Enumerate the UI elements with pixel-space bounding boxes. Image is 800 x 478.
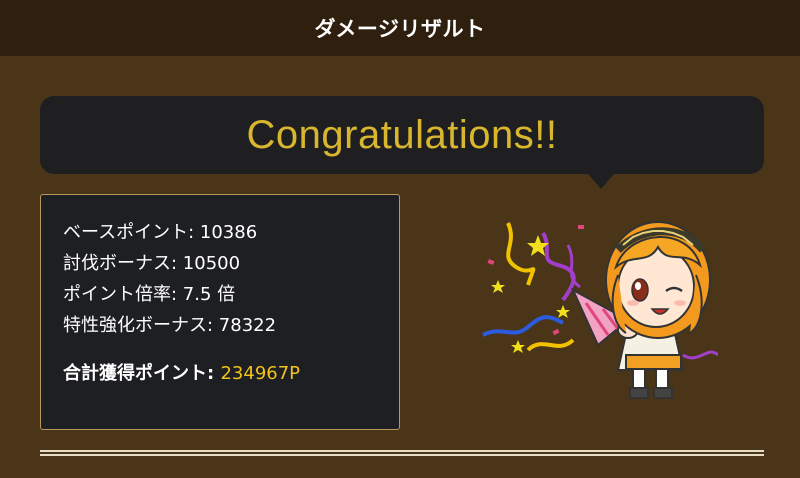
total-points-row: 合計獲得ポイント: 234967P [63, 363, 301, 384]
subjugation-bonus-label: 討伐ボーナス [63, 253, 171, 274]
base-point-value: 10386 [199, 222, 258, 243]
subjugation-bonus-value: 10500 [182, 253, 241, 274]
bottom-divider [40, 450, 764, 456]
point-multiplier-row: ポイント倍率: 7.5 倍 [63, 284, 236, 305]
point-multiplier-label: ポイント倍率 [63, 284, 171, 305]
special-bonus-row: 特性強化ボーナス: 78322 [63, 315, 277, 336]
result-panel: ベースポイント: 10386 討伐ボーナス: 10500 ポイント倍率: 7.5… [40, 194, 400, 430]
total-points-label: 合計獲得ポイント [63, 363, 207, 384]
base-point-label: ベースポイント [63, 222, 189, 243]
subjugation-bonus-row: 討伐ボーナス: 10500 [63, 253, 241, 274]
special-bonus-value: 78322 [218, 315, 277, 336]
page-title-text: ダメージリザルト [314, 17, 486, 41]
party-popper-character-icon [482, 221, 718, 399]
banner-tail [588, 174, 614, 189]
congratulations-banner: Congratulations!! [40, 96, 764, 174]
base-point-row: ベースポイント: 10386 [63, 222, 258, 243]
congratulations-text: Congratulations!! [246, 112, 558, 157]
special-bonus-label: 特性強化ボーナス [63, 315, 207, 336]
total-points-value: 234967P [220, 363, 301, 384]
page-title: ダメージリザルト [0, 0, 800, 56]
point-multiplier-value: 7.5 倍 [182, 284, 236, 305]
